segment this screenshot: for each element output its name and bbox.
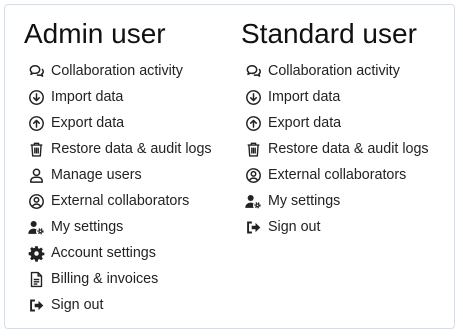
menu-item-import-data[interactable]: Import data — [28, 84, 212, 110]
menu-item-label: Export data — [51, 115, 125, 131]
arrow-circle-down-icon — [245, 89, 262, 106]
menu-item-label: Manage users — [51, 167, 142, 183]
menu-item-label: External collaborators — [268, 167, 407, 183]
menu-item-label: External collaborators — [51, 193, 190, 209]
menu-item-my-settings[interactable]: My settings — [28, 214, 212, 240]
menu-item-export-data[interactable]: Export data — [28, 110, 212, 136]
menu-item-label: Billing & invoices — [51, 271, 159, 287]
admin-user-menu: Collaboration activity Import data Export … — [28, 58, 212, 318]
user-gear-icon — [28, 219, 45, 236]
menu-item-label: Collaboration activity — [51, 63, 183, 79]
user-circle-icon — [245, 167, 262, 184]
menu-item-restore-data-and-audit-logs[interactable]: Restore data & audit logs — [245, 136, 429, 162]
menu-item-label: Collaboration activity — [268, 63, 400, 79]
menu-item-sign-out[interactable]: Sign out — [245, 214, 429, 240]
menu-item-label: My settings — [51, 219, 124, 235]
menu-item-export-data[interactable]: Export data — [245, 110, 429, 136]
menu-item-label: Sign out — [51, 297, 104, 313]
menu-item-external-collaborators[interactable]: External collaborators — [28, 188, 212, 214]
standard-user-title: Standard user — [241, 18, 417, 49]
menu-item-label: Import data — [268, 89, 341, 105]
menu-item-label: Sign out — [268, 219, 321, 235]
menu-item-sign-out[interactable]: Sign out — [28, 292, 212, 318]
comments-icon — [245, 63, 262, 80]
file-invoice-icon — [28, 271, 45, 288]
menu-item-label: My settings — [268, 193, 341, 209]
menu-item-label: Import data — [51, 89, 124, 105]
menu-item-collaboration-activity[interactable]: Collaboration activity — [28, 58, 212, 84]
menu-item-account-settings[interactable]: Account settings — [28, 240, 212, 266]
menu-item-label: Account settings — [51, 245, 156, 261]
gear-icon — [28, 245, 45, 262]
arrow-circle-down-icon — [28, 89, 45, 106]
arrow-circle-up-icon — [245, 115, 262, 132]
standard-user-menu: Collaboration activity Import data Export … — [245, 58, 429, 240]
menu-item-my-settings[interactable]: My settings — [245, 188, 429, 214]
menu-item-collaboration-activity[interactable]: Collaboration activity — [245, 58, 429, 84]
comments-icon — [28, 63, 45, 80]
menu-item-label: Restore data & audit logs — [268, 141, 429, 157]
menu-item-label: Restore data & audit logs — [51, 141, 212, 157]
menu-item-import-data[interactable]: Import data — [245, 84, 429, 110]
menu-item-restore-data-and-audit-logs[interactable]: Restore data & audit logs — [28, 136, 212, 162]
admin-user-title: Admin user — [24, 18, 166, 49]
menu-item-manage-users[interactable]: Manage users — [28, 162, 212, 188]
arrow-circle-up-icon — [28, 115, 45, 132]
menu-comparison-panel: Admin user Collaboration activity Import … — [4, 4, 455, 329]
trash-icon — [245, 141, 262, 158]
menu-item-external-collaborators[interactable]: External collaborators — [245, 162, 429, 188]
user-icon — [28, 167, 45, 184]
sign-out-icon — [28, 297, 45, 314]
sign-out-icon — [245, 219, 262, 236]
menu-item-billing-and-invoices[interactable]: Billing & invoices — [28, 266, 212, 292]
menu-item-label: Export data — [268, 115, 342, 131]
user-circle-icon — [28, 193, 45, 210]
user-gear-icon — [245, 193, 262, 210]
trash-icon — [28, 141, 45, 158]
